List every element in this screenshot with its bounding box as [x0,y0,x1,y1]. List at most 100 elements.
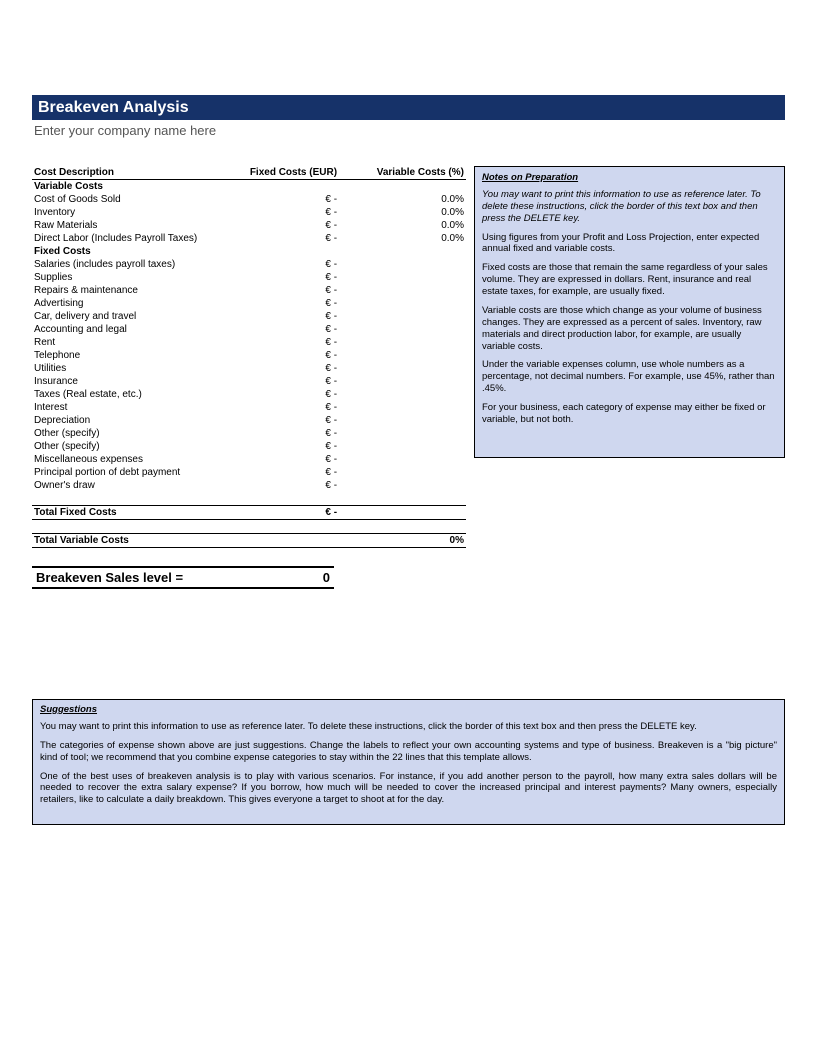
cost-desc[interactable]: Accounting and legal [32,323,237,336]
fixed-cost-cell[interactable]: € - [237,362,339,375]
notes-p3: Fixed costs are those that remain the sa… [482,262,777,298]
suggestions-p3: One of the best uses of breakeven analys… [40,771,777,807]
cost-desc[interactable]: Depreciation [32,414,237,427]
cost-desc[interactable]: Telephone [32,349,237,362]
table-row[interactable]: Car, delivery and travel€ - [32,310,466,323]
fixed-cost-cell[interactable]: € - [237,349,339,362]
cost-desc[interactable]: Insurance [32,375,237,388]
fixed-cost-cell[interactable]: € - [237,284,339,297]
variable-cost-cell[interactable]: 0.0% [339,206,466,219]
table-row[interactable]: Depreciation€ - [32,414,466,427]
variable-cost-cell[interactable] [339,388,466,401]
notes-box[interactable]: Notes on Preparation You may want to pri… [474,166,785,458]
table-row[interactable]: Raw Materials€ -0.0% [32,219,466,232]
total-label: Total Fixed Costs [32,506,237,520]
cost-desc[interactable]: Taxes (Real estate, etc.) [32,388,237,401]
variable-cost-cell[interactable] [339,375,466,388]
suggestions-p2: The categories of expense shown above ar… [40,740,777,764]
suggestions-box[interactable]: Suggestions You may want to print this i… [32,699,785,825]
table-row[interactable]: Salaries (includes payroll taxes)€ - [32,258,466,271]
variable-cost-cell[interactable]: 0.0% [339,232,466,245]
cost-desc[interactable]: Cost of Goods Sold [32,193,237,206]
fixed-cost-cell[interactable]: € - [237,232,339,245]
costs-table: Cost Description Fixed Costs (EUR) Varia… [32,166,466,548]
fixed-cost-cell[interactable]: € - [237,453,339,466]
fixed-cost-cell[interactable]: € - [237,193,339,206]
cost-desc[interactable]: Principal portion of debt payment [32,466,237,479]
cost-desc[interactable]: Miscellaneous expenses [32,453,237,466]
table-row[interactable]: Other (specify)€ - [32,427,466,440]
cost-desc[interactable]: Salaries (includes payroll taxes) [32,258,237,271]
cost-desc[interactable]: Repairs & maintenance [32,284,237,297]
fixed-cost-cell[interactable]: € - [237,388,339,401]
cost-desc[interactable]: Owner's draw [32,479,237,492]
table-row[interactable]: Advertising€ - [32,297,466,310]
variable-cost-cell[interactable] [339,297,466,310]
fixed-cost-cell[interactable]: € - [237,401,339,414]
variable-cost-cell[interactable] [339,466,466,479]
table-row[interactable]: Principal portion of debt payment€ - [32,466,466,479]
cost-desc[interactable]: Rent [32,336,237,349]
col-fixed: Fixed Costs (EUR) [237,166,339,180]
fixed-cost-cell[interactable]: € - [237,323,339,336]
variable-cost-cell[interactable] [339,440,466,453]
table-row[interactable]: Cost of Goods Sold€ -0.0% [32,193,466,206]
variable-cost-cell[interactable] [339,323,466,336]
table-row[interactable]: Miscellaneous expenses€ - [32,453,466,466]
variable-cost-cell[interactable] [339,310,466,323]
cost-desc[interactable]: Supplies [32,271,237,284]
table-row[interactable]: Repairs & maintenance€ - [32,284,466,297]
variable-cost-cell[interactable] [339,258,466,271]
fixed-cost-cell[interactable]: € - [237,375,339,388]
table-row[interactable]: Accounting and legal€ - [32,323,466,336]
table-row[interactable]: Owner's draw€ - [32,479,466,492]
total-fixed: € - [237,506,339,520]
variable-cost-cell[interactable] [339,336,466,349]
fixed-cost-cell[interactable]: € - [237,297,339,310]
variable-cost-cell[interactable] [339,349,466,362]
table-row[interactable]: Direct Labor (Includes Payroll Taxes)€ -… [32,232,466,245]
fixed-cost-cell[interactable]: € - [237,427,339,440]
variable-cost-cell[interactable] [339,479,466,492]
cost-desc[interactable]: Inventory [32,206,237,219]
company-name-field[interactable]: Enter your company name here [32,120,785,138]
table-row[interactable]: Utilities€ - [32,362,466,375]
variable-cost-cell[interactable] [339,453,466,466]
cost-desc[interactable]: Direct Labor (Includes Payroll Taxes) [32,232,237,245]
table-row[interactable]: Interest€ - [32,401,466,414]
cost-desc[interactable]: Other (specify) [32,427,237,440]
cost-desc[interactable]: Car, delivery and travel [32,310,237,323]
variable-cost-cell[interactable] [339,401,466,414]
total-var: 0% [339,534,466,548]
variable-cost-cell[interactable] [339,271,466,284]
table-row[interactable]: Supplies€ - [32,271,466,284]
fixed-cost-cell[interactable]: € - [237,258,339,271]
variable-cost-cell[interactable] [339,362,466,375]
fixed-cost-cell[interactable]: € - [237,219,339,232]
fixed-cost-cell[interactable]: € - [237,271,339,284]
variable-cost-cell[interactable] [339,414,466,427]
fixed-cost-cell[interactable]: € - [237,206,339,219]
cost-desc[interactable]: Advertising [32,297,237,310]
fixed-cost-cell[interactable]: € - [237,479,339,492]
table-row[interactable]: Taxes (Real estate, etc.)€ - [32,388,466,401]
variable-cost-cell[interactable] [339,284,466,297]
cost-desc[interactable]: Raw Materials [32,219,237,232]
table-row[interactable]: Inventory€ -0.0% [32,206,466,219]
table-row[interactable]: Other (specify)€ - [32,440,466,453]
cost-desc[interactable]: Other (specify) [32,440,237,453]
fixed-cost-cell[interactable]: € - [237,414,339,427]
variable-cost-cell[interactable] [339,427,466,440]
fixed-cost-cell[interactable]: € - [237,440,339,453]
variable-cost-cell[interactable]: 0.0% [339,219,466,232]
variable-cost-cell[interactable]: 0.0% [339,193,466,206]
fixed-cost-cell[interactable]: € - [237,336,339,349]
cost-desc[interactable]: Interest [32,401,237,414]
fixed-cost-cell[interactable]: € - [237,466,339,479]
col-desc: Cost Description [32,166,237,180]
fixed-cost-cell[interactable]: € - [237,310,339,323]
table-row[interactable]: Rent€ - [32,336,466,349]
cost-desc[interactable]: Utilities [32,362,237,375]
table-row[interactable]: Insurance€ - [32,375,466,388]
table-row[interactable]: Telephone€ - [32,349,466,362]
